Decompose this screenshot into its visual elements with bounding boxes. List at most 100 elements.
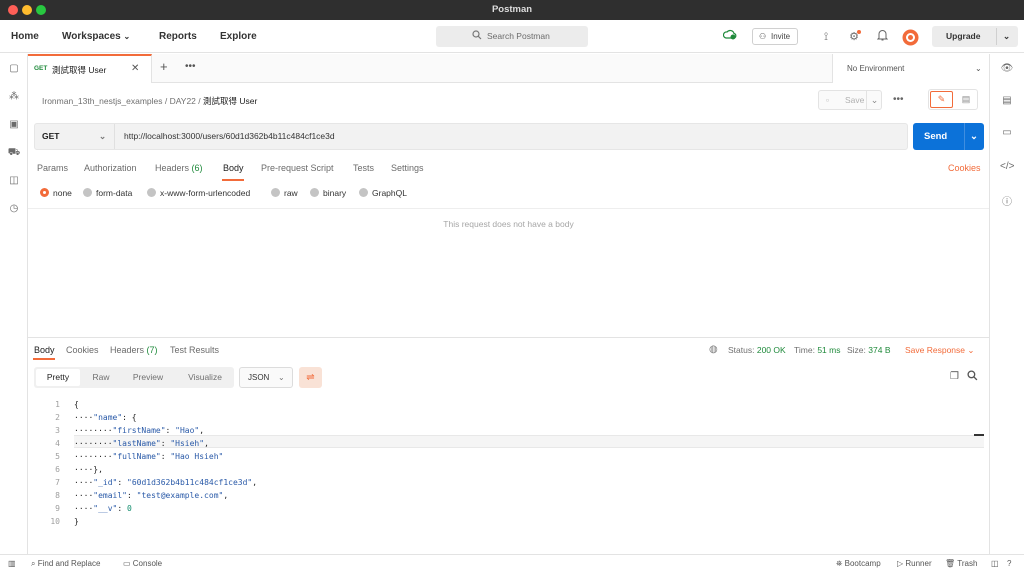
url-bar: GET ⌄ http://localhost:3000/users/60d1d3… <box>34 123 908 150</box>
bootcamp-button[interactable]: ⛯ Bootcamp <box>836 555 881 572</box>
radio-icon <box>147 188 156 197</box>
view-pretty[interactable]: Pretty <box>36 369 80 386</box>
search-icon[interactable] <box>967 370 978 383</box>
collections-icon[interactable]: ▢ <box>7 62 21 76</box>
sidebar-toggle-icon[interactable]: ▥ <box>8 555 16 572</box>
eye-icon[interactable]: 👁 <box>1000 62 1014 76</box>
chevron-down-icon[interactable]: ⌄ <box>970 123 978 150</box>
sync-status-icon[interactable] <box>722 29 738 45</box>
cookies-link[interactable]: Cookies <box>948 163 981 173</box>
copy-icon[interactable]: ❐ <box>950 371 959 382</box>
format-select[interactable]: JSON ⌄ <box>239 367 293 388</box>
runner-button[interactable]: ▷ Runner <box>897 555 932 572</box>
body-type-urlencoded[interactable]: x-www-form-urlencoded <box>147 188 250 198</box>
edit-pencil-icon[interactable]: ✎ <box>930 91 953 108</box>
avatar[interactable] <box>902 29 919 46</box>
send-button[interactable]: Send ⌄ <box>913 123 984 150</box>
new-tab-plus-icon[interactable]: + <box>160 59 168 74</box>
body-type-binary[interactable]: binary <box>310 188 346 198</box>
nav-explore[interactable]: Explore <box>220 20 257 53</box>
save-response-button[interactable]: Save Response ⌄ <box>905 345 975 356</box>
chevron-down-icon[interactable]: ⌄ <box>866 90 882 110</box>
body-type-none[interactable]: none <box>40 188 72 198</box>
nav-workspaces-label: Workspaces <box>62 31 121 42</box>
tab-authorization[interactable]: Authorization <box>84 163 137 173</box>
globe-icon[interactable]: ◍ <box>709 344 718 355</box>
search-input[interactable]: Search Postman <box>436 26 588 47</box>
help-icon[interactable]: ? <box>1007 555 1011 572</box>
tab-tests[interactable]: Tests <box>353 163 374 173</box>
breadcrumb-request[interactable]: 測試取得 User <box>203 96 257 106</box>
response-tab-headers[interactable]: Headers (7) <box>110 345 158 355</box>
tab-pre-request-script[interactable]: Pre-request Script <box>261 163 334 173</box>
wrap-lines-icon[interactable]: ⇌ <box>299 367 322 388</box>
view-raw[interactable]: Raw <box>86 367 116 388</box>
breadcrumb-collection[interactable]: Ironman_13th_nestjs_examples <box>42 96 163 106</box>
tab-body[interactable]: Body <box>223 163 244 173</box>
notifications-bell-icon[interactable] <box>874 29 890 45</box>
view-visualize[interactable]: Visualize <box>180 367 230 388</box>
close-window-button[interactable] <box>8 5 18 15</box>
mock-servers-icon[interactable]: ⛟ <box>7 146 21 160</box>
layout-toggle-icon[interactable]: ◫ <box>991 555 999 572</box>
url-input[interactable]: http://localhost:3000/users/60d1d362b4b1… <box>124 124 335 149</box>
satellite-icon[interactable]: ⟟ <box>818 29 834 45</box>
documentation-icon[interactable]: ▤ <box>1000 94 1014 108</box>
breadcrumb-folder[interactable]: DAY22 <box>170 96 196 106</box>
minimize-window-button[interactable] <box>22 5 32 15</box>
view-preview[interactable]: Preview <box>128 367 168 388</box>
line-number: 2 <box>55 413 60 422</box>
user-add-icon: ⚇ <box>759 32 767 41</box>
code-icon[interactable]: </> <box>1000 160 1014 174</box>
method-select[interactable]: GET ⌄ <box>35 124 115 149</box>
chevron-down-icon[interactable]: ⌄ <box>1003 26 1010 47</box>
nav-home[interactable]: Home <box>11 20 39 53</box>
body-type-raw[interactable]: raw <box>271 188 298 198</box>
more-tabs-icon[interactable]: ••• <box>185 61 196 72</box>
tab-params[interactable]: Params <box>37 163 68 173</box>
response-tab-test-results[interactable]: Test Results <box>170 345 219 355</box>
search-icon <box>472 26 482 47</box>
zoom-window-button[interactable] <box>36 5 46 15</box>
nav-workspaces[interactable]: Workspaces ⌄ <box>62 20 130 53</box>
monitors-icon[interactable]: ◫ <box>7 174 21 188</box>
docs-view-icon[interactable]: ▤ <box>956 91 976 108</box>
request-tab[interactable]: GET 測試取得 User ✕ <box>28 54 152 83</box>
history-icon[interactable]: ◷ <box>7 202 21 216</box>
settings-icon[interactable]: ⚙ <box>846 29 862 45</box>
app-header: Home Workspaces ⌄ Reports Explore Search… <box>0 20 1024 53</box>
radio-icon <box>271 188 280 197</box>
body-type-form-data[interactable]: form-data <box>83 188 132 198</box>
status-label: Status: <box>728 345 755 355</box>
comments-icon[interactable]: ▭ <box>1000 126 1014 140</box>
tab-settings[interactable]: Settings <box>391 163 424 173</box>
environment-select[interactable]: No Environment ⌄ <box>832 54 989 83</box>
close-icon[interactable]: ✕ <box>131 63 139 74</box>
response-tab-headers-label: Headers <box>110 345 145 355</box>
code-line: 3 ········"firstName": "Hao", <box>34 424 984 437</box>
upgrade-button[interactable]: Upgrade ⌄ <box>932 26 1018 47</box>
environments-icon[interactable]: ▣ <box>7 118 21 132</box>
trash-button[interactable]: 🗑 Trash <box>945 555 977 572</box>
send-label: Send <box>924 131 948 142</box>
response-time[interactable]: Time: 51 ms <box>794 345 840 355</box>
code-line: 6 ····}, <box>34 463 984 476</box>
apis-icon[interactable]: ⁂ <box>7 90 21 104</box>
tab-headers[interactable]: Headers (6) <box>155 163 203 173</box>
body-type-binary-label: binary <box>323 188 347 198</box>
find-replace-button[interactable]: ⌕ Find and Replace <box>31 555 100 572</box>
pane-splitter[interactable] <box>28 337 989 338</box>
response-tab-body[interactable]: Body <box>34 345 55 355</box>
left-sidebar: ▢ ⁂ ▣ ⛟ ◫ ◷ <box>0 54 28 554</box>
body-type-graphql[interactable]: GraphQL <box>359 188 407 198</box>
response-tab-cookies[interactable]: Cookies <box>66 345 99 355</box>
json-string: "Hsieh" <box>170 439 205 448</box>
response-size[interactable]: Size: 374 B <box>847 345 891 355</box>
nav-reports[interactable]: Reports <box>159 20 197 53</box>
more-options-icon[interactable]: ••• <box>893 94 904 105</box>
console-button[interactable]: ▭ Console <box>123 555 162 572</box>
invite-button[interactable]: ⚇ Invite <box>752 28 798 45</box>
code-line: 7 ····"_id": "60d1d362b4b11c484cf1ce3d", <box>34 476 984 489</box>
info-icon[interactable]: ⓘ <box>1000 196 1014 210</box>
response-body-editor[interactable]: 1{ 2 ····"name": { 3 ········"firstName": … <box>34 398 984 528</box>
